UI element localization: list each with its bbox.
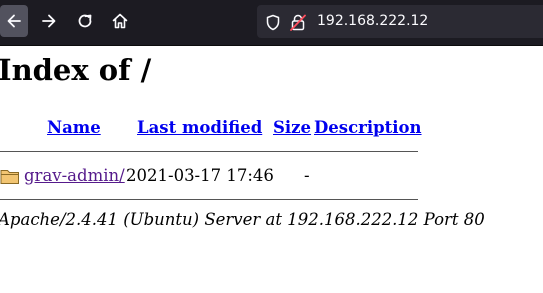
- browser-toolbar: 192.168.222.12: [0, 0, 543, 46]
- page-title: Index of /: [0, 53, 152, 87]
- folder-icon: [0, 170, 19, 184]
- row-last-modified: 2021-03-17 17:46: [126, 166, 274, 185]
- column-header-last-modified[interactable]: Last modified: [137, 118, 262, 137]
- header-divider: [0, 151, 418, 152]
- page-content: Index of / Name Last modified Size Descr…: [0, 45, 543, 293]
- reload-icon: [78, 14, 92, 28]
- home-icon: [112, 13, 128, 29]
- back-arrow-icon: [7, 14, 21, 28]
- home-button[interactable]: [106, 5, 134, 37]
- url-text[interactable]: 192.168.222.12: [317, 13, 428, 29]
- reload-button[interactable]: [71, 5, 99, 37]
- directory-link[interactable]: grav-admin/: [24, 166, 125, 185]
- column-header-name[interactable]: Name: [47, 118, 101, 137]
- forward-arrow-icon: [42, 14, 56, 28]
- insecure-lock-icon[interactable]: [290, 14, 306, 31]
- column-header-size[interactable]: Size: [273, 118, 311, 137]
- column-header-description[interactable]: Description: [314, 118, 422, 137]
- back-button[interactable]: [0, 5, 28, 37]
- server-signature: Apache/2.4.41 (Ubuntu) Server at 192.168…: [0, 210, 485, 229]
- shield-icon[interactable]: [265, 14, 281, 31]
- forward-button[interactable]: [35, 5, 63, 37]
- url-bar[interactable]: 192.168.222.12: [257, 5, 543, 38]
- footer-divider: [0, 199, 418, 200]
- row-size: -: [304, 166, 310, 185]
